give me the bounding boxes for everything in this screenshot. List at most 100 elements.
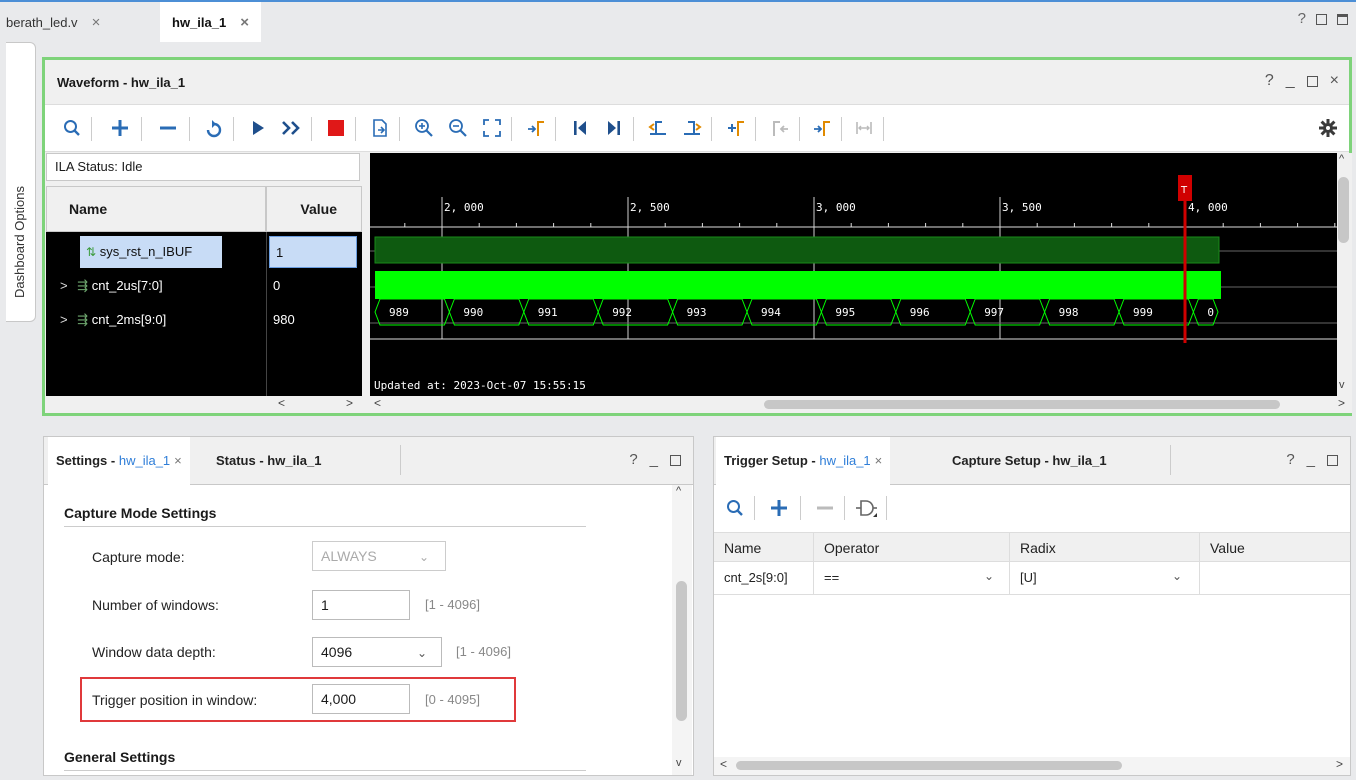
remove-icon[interactable] (155, 115, 181, 141)
value-cell[interactable] (1200, 562, 1350, 594)
logic-gate-icon[interactable] (854, 495, 880, 521)
zoom-in-icon[interactable] (411, 115, 437, 141)
tab-settings[interactable]: Settings - hw_ila_1 × (48, 437, 190, 486)
help-icon[interactable]: ? (1298, 10, 1306, 27)
minimize-icon[interactable]: _ (1286, 72, 1295, 90)
add-icon[interactable] (766, 495, 792, 521)
maximize-icon[interactable] (1327, 455, 1338, 466)
column-header-operator[interactable]: Operator (814, 533, 1010, 563)
waveform-canvas[interactable]: 2, 000 2, 500 3, 000 3, 500 4, 000 989 990 991 9… (370, 153, 1337, 396)
scroll-right-icon[interactable]: > (1336, 757, 1343, 771)
minimize-icon[interactable]: _ (650, 451, 658, 468)
stop-icon[interactable] (323, 115, 349, 141)
restore-icon[interactable] (1337, 14, 1348, 25)
auto-retrigger-icon[interactable] (279, 115, 305, 141)
minimize-icon[interactable]: _ (1307, 451, 1315, 468)
probe-name-cell[interactable]: cnt_2s[9:0] (714, 562, 814, 594)
signal-value[interactable]: 0 (273, 270, 280, 302)
maximize-icon[interactable] (1306, 76, 1318, 87)
close-icon[interactable]: × (92, 14, 101, 31)
dashboard-options-tab[interactable]: Dashboard Options (6, 42, 36, 322)
gear-icon[interactable] (1315, 115, 1341, 141)
window-depth-select[interactable]: 4096 ⌄ (312, 637, 442, 667)
scroll-left-icon[interactable]: < (374, 396, 381, 410)
next-transition-icon[interactable] (679, 115, 705, 141)
scroll-thumb[interactable] (736, 761, 1122, 770)
names-horizontal-scrollbar[interactable]: < > (46, 396, 362, 413)
trigger-position-field[interactable]: 4,000 (312, 684, 410, 714)
scroll-thumb[interactable] (676, 581, 687, 721)
close-icon[interactable]: × (240, 14, 249, 31)
column-header-name[interactable]: Name (714, 533, 814, 563)
scroll-down-icon[interactable]: v (676, 757, 682, 769)
scroll-thumb[interactable] (1338, 177, 1349, 243)
scroll-left-icon[interactable]: < (720, 757, 727, 771)
export-icon[interactable] (367, 115, 393, 141)
add-icon[interactable] (107, 115, 133, 141)
scroll-down-icon[interactable]: v (1339, 379, 1345, 391)
bus-segment (1192, 298, 1219, 326)
waveform-vertical-scrollbar[interactable]: ^ v (1337, 153, 1352, 396)
num-windows-field[interactable]: 1 (312, 590, 410, 620)
swap-markers-icon[interactable] (851, 115, 877, 141)
run-trigger-immediate-icon[interactable] (201, 115, 227, 141)
close-icon[interactable]: × (174, 453, 182, 468)
signal-row-cnt-2us[interactable]: > ⇶ cnt_2us[7:0] (60, 270, 163, 302)
remove-icon[interactable] (812, 495, 838, 521)
settings-vertical-scrollbar[interactable]: ^ v (672, 485, 692, 775)
tab-trigger-setup[interactable]: Trigger Setup - hw_ila_1 × (716, 437, 891, 486)
previous-transition-icon[interactable] (645, 115, 671, 141)
capture-mode-select[interactable]: ALWAYS ⌄ (312, 541, 446, 571)
column-header-value[interactable]: Value (1200, 533, 1350, 563)
tabbar-icons: ? (1298, 10, 1348, 27)
expand-chevron-icon[interactable]: > (60, 312, 68, 327)
maximize-icon[interactable] (670, 455, 681, 466)
search-icon[interactable] (59, 115, 85, 141)
waveform-horizontal-scrollbar[interactable]: < > (370, 396, 1352, 413)
bus-segment (523, 298, 599, 326)
value-column-header[interactable]: Value (266, 186, 362, 232)
signal-row-cnt-2ms[interactable]: > ⇶ cnt_2ms[9:0] (60, 304, 166, 336)
scroll-up-icon[interactable]: ^ (1339, 153, 1344, 165)
go-to-last-time-icon[interactable] (601, 115, 627, 141)
scroll-right-icon[interactable]: > (1338, 396, 1345, 410)
search-icon[interactable] (722, 495, 748, 521)
go-to-cursor-icon[interactable] (523, 115, 549, 141)
close-icon[interactable]: × (875, 453, 883, 468)
trigger-horizontal-scrollbar[interactable]: < > (714, 757, 1350, 775)
trigger-marker-label: T (1180, 185, 1188, 196)
close-icon[interactable]: × (1330, 72, 1339, 90)
operator-cell[interactable]: == ⌄ (814, 562, 1010, 594)
signal-row-sys-rst-n[interactable]: ⇅ sys_rst_n_IBUF (80, 236, 222, 268)
run-trigger-icon[interactable] (245, 115, 271, 141)
scroll-thumb[interactable] (764, 400, 1280, 409)
help-icon[interactable]: ? (1286, 451, 1294, 468)
radix-cell[interactable]: [U] ⌄ (1010, 562, 1200, 594)
name-column-header[interactable]: Name (46, 186, 266, 232)
zoom-out-icon[interactable] (445, 115, 471, 141)
scroll-right-icon[interactable]: > (346, 396, 353, 410)
expand-chevron-icon[interactable]: > (60, 278, 68, 293)
column-header-radix[interactable]: Radix (1010, 533, 1200, 563)
scroll-up-icon[interactable]: ^ (676, 485, 681, 497)
table-row[interactable]: cnt_2s[9:0] == ⌄ [U] ⌄ (714, 562, 1350, 595)
zoom-fit-icon[interactable] (479, 115, 505, 141)
add-marker-icon[interactable] (723, 115, 749, 141)
next-marker-icon[interactable] (809, 115, 835, 141)
signal-value[interactable]: 1 (269, 236, 357, 268)
tab-berath-led[interactable]: berath_led.v × (6, 2, 100, 42)
help-icon[interactable]: ? (629, 451, 637, 468)
tab-capture-setup[interactable]: Capture Setup - hw_ila_1 (952, 437, 1107, 485)
signal-value[interactable]: 980 (273, 304, 295, 336)
previous-marker-icon[interactable] (767, 115, 793, 141)
scroll-left-icon[interactable]: < (278, 396, 285, 410)
tab-status[interactable]: Status - hw_ila_1 (216, 437, 321, 485)
trigger-position-range: [0 - 4095] (425, 692, 480, 707)
tab-hw-ila-1[interactable]: hw_ila_1 × (160, 2, 261, 42)
maximize-icon[interactable] (1316, 14, 1327, 25)
bus-value-label: 998 (1059, 306, 1079, 319)
bus-segment (746, 298, 822, 326)
go-to-time-zero-icon[interactable] (567, 115, 593, 141)
window-depth-range: [1 - 4096] (456, 644, 511, 659)
help-icon[interactable]: ? (1265, 72, 1274, 90)
